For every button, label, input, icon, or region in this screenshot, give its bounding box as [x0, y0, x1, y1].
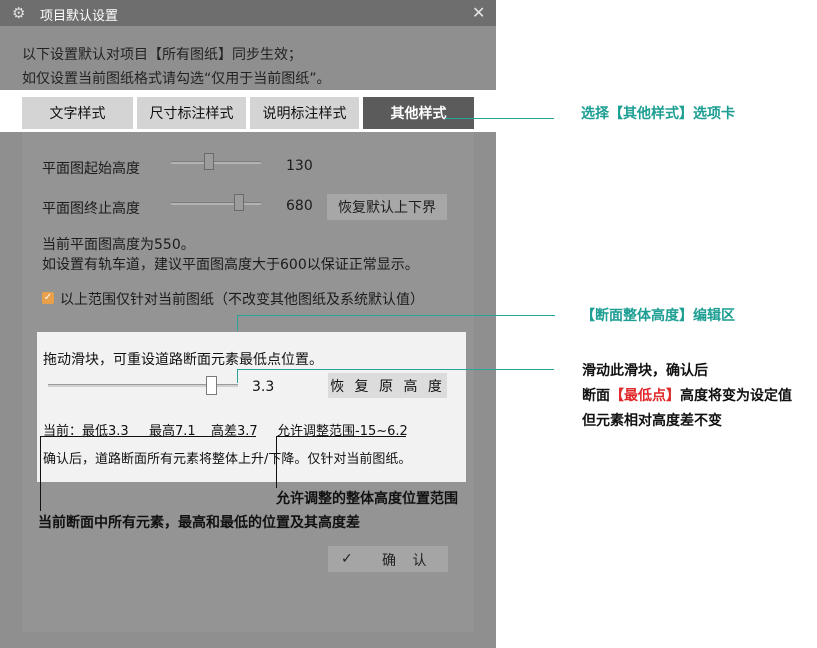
edit-area-callout-line	[237, 315, 555, 316]
intro-line-1: 以下设置默认对项目【所有图纸】同步生效；	[22, 47, 302, 63]
slider-annotation-lowest-point: 【最低点】	[610, 388, 680, 404]
confirm-note: 确认后，道路断面所有元素将整体上升/下降。仅针对当前图纸。	[43, 452, 412, 467]
tab-text-style[interactable]: 文字样式	[22, 97, 133, 129]
plan-end-slider-track[interactable]	[171, 202, 261, 205]
tab-other-style[interactable]: 其他样式	[363, 97, 474, 129]
slider-callout-line	[237, 369, 554, 370]
allowed-range-callout-vline	[276, 436, 277, 488]
current-heights-underline	[40, 436, 256, 437]
plan-end-slider-thumb[interactable]	[234, 194, 244, 211]
confirm-button[interactable]: ✓ 确 认	[328, 546, 448, 572]
slider-annotation-line2b: 高度将变为设定值	[680, 388, 792, 404]
check-icon: ✓	[341, 551, 353, 567]
edit-area-callout-vline	[237, 315, 238, 331]
plan-start-value: 130	[286, 158, 313, 174]
plan-height-info: 当前平面图高度为550。	[42, 237, 195, 253]
slider-annotation-line1: 滑动此滑块，确认后	[582, 363, 708, 379]
plan-start-label: 平面图起始高度	[42, 161, 140, 177]
slider-annotation-line2a: 断面	[582, 388, 610, 404]
slider-annotation-line3: 但元素相对高度差不变	[582, 413, 722, 429]
tab-note-style[interactable]: 说明标注样式	[250, 97, 359, 129]
dialog-title: 项目默认设置	[40, 9, 119, 24]
rail-lane-info: 如设置有轨车道，建议平面图高度大于600以保证正常显示。	[42, 257, 419, 273]
plan-end-label: 平面图终止高度	[42, 201, 140, 217]
edit-area-annotation: 【断面整体高度】编辑区	[581, 308, 735, 324]
slider-callout-vline	[237, 369, 238, 383]
allowed-range-annotation: 允许调整的整体高度位置范围	[276, 491, 458, 507]
close-icon[interactable]: ✕	[472, 3, 485, 22]
select-tab-annotation: 选择【其他样式】选项卡	[581, 106, 735, 122]
restore-bounds-button[interactable]: 恢复默认上下界	[327, 194, 447, 220]
restore-height-button[interactable]: 恢 复 原 高 度	[328, 373, 447, 398]
current-drawing-checkbox[interactable]: ✓	[42, 292, 54, 304]
current-heights-annotation: 当前断面中所有元素，最高和最低的位置及其高度差	[38, 515, 360, 531]
plan-start-slider-thumb[interactable]	[204, 153, 214, 170]
tab-callout-line	[445, 118, 554, 119]
section-height-slider-thumb[interactable]	[206, 376, 217, 395]
intro-line-2: 如仅设置当前图纸格式请勾选“仅用于当前图纸”。	[22, 71, 331, 87]
section-instruction: 拖动滑块，可重设道路断面元素最低点位置。	[43, 352, 323, 368]
section-slider-value: 3.3	[252, 379, 275, 395]
tab-dimension-style[interactable]: 尺寸标注样式	[137, 97, 246, 129]
plan-end-value: 680	[286, 198, 313, 214]
plan-start-slider-track[interactable]	[171, 161, 261, 164]
confirm-button-label: 确 认	[382, 553, 433, 569]
allowed-range-underline	[276, 436, 406, 437]
gear-icon: ⚙	[12, 4, 26, 22]
current-drawing-checkbox-label: 以上范围仅针对当前图纸（不改变其他图纸及系统默认值）	[60, 292, 424, 308]
current-heights-callout-vline	[40, 436, 41, 511]
